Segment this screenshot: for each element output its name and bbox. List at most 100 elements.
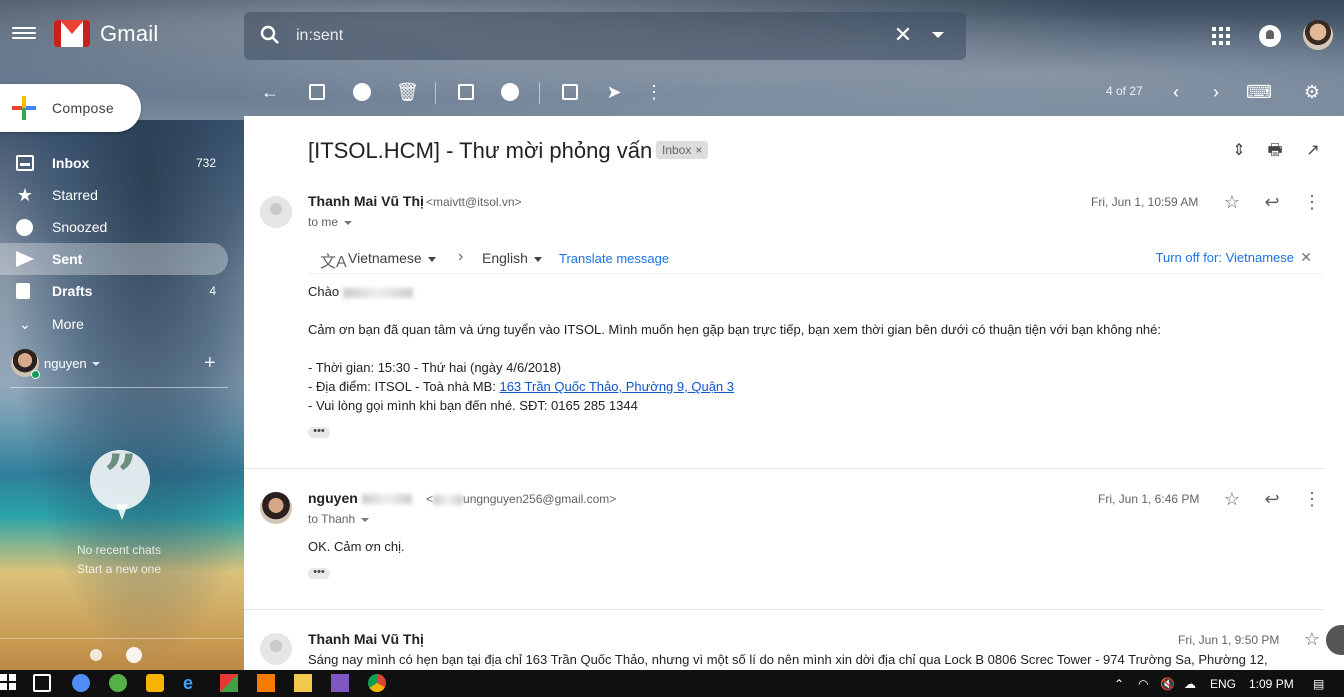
search-bar[interactable]: ✕ <box>244 12 966 60</box>
clear-search-icon[interactable]: ✕ <box>892 24 914 46</box>
user-name: nguyen <box>44 356 87 371</box>
chrome-profile-icon[interactable] <box>72 674 90 692</box>
star-icon[interactable]: ☆ <box>1302 629 1322 649</box>
translate-bar: 文A Vietnamese › English Translate messag… <box>308 242 1322 274</box>
address-link[interactable]: 163 Trần Quốc Thảo, Phường 9, Quận 3 <box>499 379 734 394</box>
start-new-chat-link[interactable]: Start a new one <box>0 562 238 576</box>
mark-unread-icon[interactable] <box>456 82 476 102</box>
cloud-icon[interactable]: ☁ <box>1184 677 1196 691</box>
label-icon[interactable]: ➤ <box>604 82 624 102</box>
notifications-icon[interactable] <box>1259 25 1281 47</box>
sidebar-item-label: Snoozed <box>52 219 108 235</box>
chevron-down-icon <box>533 256 542 262</box>
app-icon[interactable] <box>220 674 238 692</box>
search-input[interactable] <box>296 22 856 50</box>
chevron-up-icon[interactable]: ⌃ <box>1114 677 1124 691</box>
clock-time[interactable]: 1:09 PM <box>1249 677 1294 691</box>
media-player-icon[interactable] <box>146 674 164 692</box>
avatar[interactable] <box>260 196 292 228</box>
sender-name[interactable]: Thanh Mai Vũ Thị <box>308 631 424 647</box>
next-icon[interactable]: › <box>1206 82 1226 102</box>
hangouts-icon-tail <box>116 504 128 520</box>
input-tools-icon[interactable]: ⌨ <box>1244 82 1274 102</box>
sidebar-item-drafts[interactable]: Drafts 4 <box>0 275 228 307</box>
archive-icon[interactable] <box>307 82 327 102</box>
sidebar-item-starred[interactable]: ★ Starred <box>0 179 228 211</box>
sidebar-item-sent[interactable]: Sent <box>0 243 228 275</box>
language-indicator[interactable]: ENG <box>1210 677 1236 691</box>
more-icon[interactable]: ⋮ <box>1302 192 1322 212</box>
message-snippet[interactable]: Sáng nay mình có hẹn bạn tại địa chỉ 163… <box>308 652 1308 667</box>
settings-icon[interactable]: ⚙ <box>1302 82 1322 102</box>
pagination-text: 4 of 27 <box>1106 84 1143 98</box>
reply-icon[interactable]: ↩ <box>1262 489 1282 509</box>
translate-message-link[interactable]: Translate message <box>559 251 669 266</box>
message-date: Fri, Jun 1, 10:59 AM <box>1091 195 1199 209</box>
notifications-center-icon[interactable]: ▤ <box>1313 677 1324 691</box>
delete-icon[interactable]: 🗑 <box>396 82 419 102</box>
body-line: - Vui lòng gọi mình khi bạn đến nhé. SĐT… <box>308 398 638 413</box>
search-icon[interactable] <box>260 25 280 45</box>
sidebar-item-inbox[interactable]: Inbox 732 <box>0 147 228 179</box>
back-icon[interactable]: ← <box>260 82 280 102</box>
remove-label-icon[interactable]: × <box>695 143 702 157</box>
reply-icon[interactable]: ↩ <box>1262 192 1282 212</box>
redacted-name <box>342 287 413 298</box>
windows-start-icon[interactable] <box>0 674 18 692</box>
sidebar-divider <box>10 387 228 388</box>
sidebar-item-snoozed[interactable]: Snoozed <box>0 211 228 243</box>
sublime-text-icon[interactable] <box>257 674 275 692</box>
visual-studio-icon[interactable] <box>331 674 349 692</box>
main-menu-button[interactable] <box>12 24 36 44</box>
target-language-select[interactable]: English <box>482 250 542 266</box>
more-icon[interactable]: ⋮ <box>1302 489 1322 509</box>
snooze-icon[interactable] <box>500 82 520 102</box>
turn-off-translate-link[interactable]: Turn off for: Vietnamese <box>1156 250 1295 265</box>
hangouts-quote-icon[interactable] <box>126 647 142 663</box>
inbox-icon <box>16 155 34 171</box>
sender-name[interactable]: nguyen <box>308 490 412 506</box>
show-trimmed-content-button[interactable]: ••• <box>308 426 330 438</box>
recipient-dropdown[interactable]: to me <box>308 215 353 229</box>
drafts-count: 4 <box>209 284 216 298</box>
recipient-dropdown[interactable]: to Thanh <box>308 512 370 526</box>
chrome-icon[interactable] <box>368 674 386 692</box>
search-options-icon[interactable] <box>932 32 944 38</box>
redacted-email <box>433 494 464 505</box>
gmail-logo[interactable]: Gmail <box>54 20 158 47</box>
target-language: English <box>482 250 528 266</box>
prev-icon[interactable]: ‹ <box>1166 82 1186 102</box>
wifi-icon[interactable]: ◠ <box>1138 677 1148 691</box>
hangouts-user[interactable]: nguyen + <box>0 346 244 380</box>
close-icon[interactable]: ✕ <box>1300 249 1312 266</box>
avatar[interactable] <box>260 492 292 524</box>
print-icon[interactable]: 🖶 <box>1266 142 1284 160</box>
sidebar-item-more[interactable]: ⌄ More <box>0 308 228 340</box>
add-icon[interactable]: + <box>204 352 216 375</box>
source-language-select[interactable]: Vietnamese <box>348 250 436 266</box>
apps-grid-icon[interactable] <box>1212 27 1230 45</box>
star-icon[interactable]: ☆ <box>1222 192 1242 212</box>
more-icon[interactable]: ⋮ <box>644 82 664 102</box>
open-new-window-icon[interactable]: ↗ <box>1304 142 1322 160</box>
show-trimmed-content-button[interactable]: ••• <box>308 567 330 579</box>
chevron-down-icon <box>344 220 353 225</box>
inbox-label-chip[interactable]: Inbox × <box>656 141 709 159</box>
file-explorer-icon[interactable] <box>294 674 312 692</box>
expand-all-icon[interactable]: ⇕ <box>1230 142 1248 160</box>
edge-icon[interactable]: e <box>183 674 201 692</box>
avatar[interactable] <box>260 633 292 665</box>
app-icon[interactable] <box>109 674 127 692</box>
chevron-down-icon[interactable] <box>92 362 100 366</box>
sender-name[interactable]: Thanh Mai Vũ Thị <box>308 193 424 209</box>
move-to-inbox-icon[interactable] <box>560 82 580 102</box>
star-icon[interactable]: ☆ <box>1222 489 1242 509</box>
report-spam-icon[interactable] <box>352 82 372 102</box>
account-avatar[interactable] <box>1303 20 1333 50</box>
person-icon[interactable] <box>90 649 102 661</box>
greeting-text: Chào <box>308 284 340 299</box>
compose-button[interactable]: Compose <box>0 84 141 132</box>
task-view-icon[interactable] <box>33 674 51 692</box>
message-date: Fri, Jun 1, 6:46 PM <box>1098 492 1200 506</box>
volume-icon[interactable]: 🔇 <box>1160 677 1175 691</box>
